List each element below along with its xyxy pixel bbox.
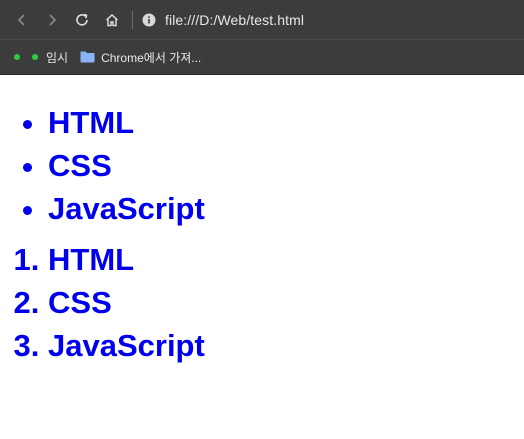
page-content: HTML CSS JavaScript HTML CSS JavaScript xyxy=(0,75,524,367)
list-item: HTML xyxy=(48,101,524,144)
home-icon xyxy=(106,13,118,26)
home-button[interactable] xyxy=(98,6,126,34)
reload-button[interactable] xyxy=(68,6,96,34)
folder-icon xyxy=(80,51,95,63)
reload-icon xyxy=(76,13,88,26)
back-arrow-icon xyxy=(17,13,25,26)
bookmark-folder-chrome[interactable]: Chrome에서 가져... xyxy=(80,49,201,66)
bookmarks-bar: 임시 Chrome에서 가져... xyxy=(0,40,524,75)
forward-button[interactable] xyxy=(38,6,66,34)
info-icon[interactable] xyxy=(141,12,157,28)
bookmark-item-temp[interactable]: 임시 xyxy=(32,49,68,66)
ordered-list: HTML CSS JavaScript xyxy=(0,238,524,367)
bookmark-label: 임시 xyxy=(46,50,69,65)
forward-arrow-icon xyxy=(49,13,57,26)
address-bar[interactable]: file:///D:/Web/test.html xyxy=(165,12,304,28)
browser-chrome: file:///D:/Web/test.html 임시 Chrome에서 가져.… xyxy=(0,0,524,75)
bookmark-item-dot[interactable] xyxy=(14,54,20,60)
bookmark-dot-icon xyxy=(32,54,38,60)
list-item: CSS xyxy=(48,281,524,324)
bookmark-dot-icon xyxy=(14,54,20,60)
list-item: HTML xyxy=(48,238,524,281)
back-button[interactable] xyxy=(8,6,36,34)
bookmark-label: Chrome에서 가져... xyxy=(101,50,202,65)
toolbar-separator xyxy=(132,10,133,29)
list-item: CSS xyxy=(48,144,524,187)
browser-toolbar: file:///D:/Web/test.html xyxy=(0,0,524,40)
unordered-list: HTML CSS JavaScript xyxy=(0,101,524,230)
list-item: JavaScript xyxy=(48,324,524,367)
list-item: JavaScript xyxy=(48,187,524,230)
